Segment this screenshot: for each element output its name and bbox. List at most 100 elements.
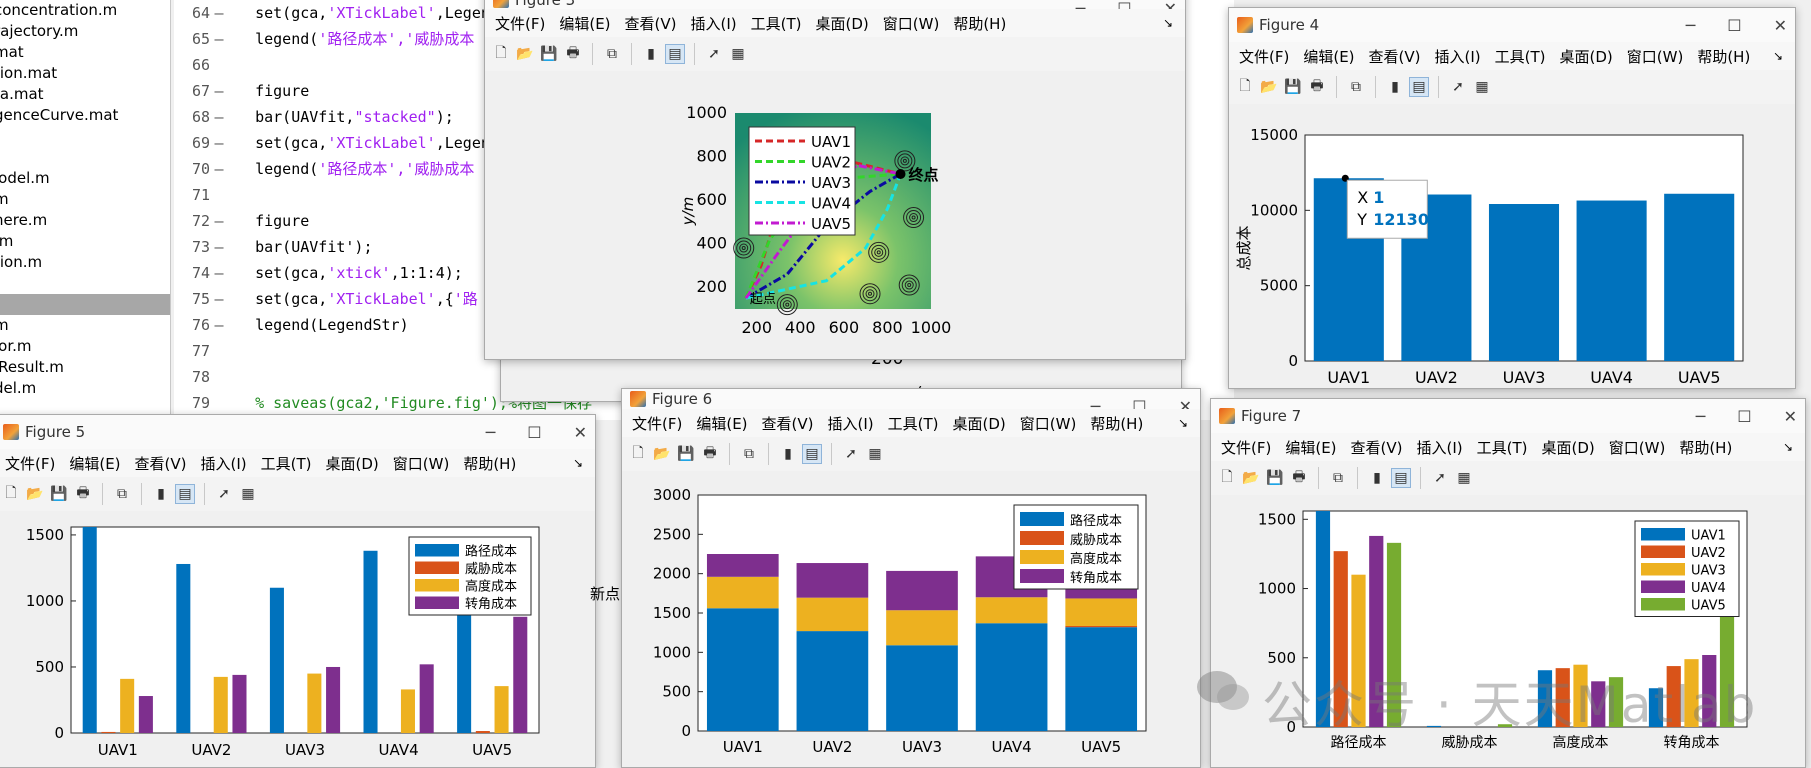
- file-item[interactable]: del.m: [0, 378, 170, 399]
- property-editor-icon[interactable]: ▦: [1454, 468, 1474, 488]
- figure-4-window[interactable]: Figure 4 ─ ☐ ✕ 文件(F) 编辑(E) 查看(V) 插入(I) 工具(T) 桌面…: [1228, 7, 1796, 389]
- menu-item[interactable]: 编辑(E): [1303, 46, 1354, 67]
- colorbar-icon[interactable]: ▮: [1367, 468, 1387, 488]
- file-item[interactable]: concentration.m: [0, 0, 170, 21]
- menu-item[interactable]: 编辑(E): [69, 453, 120, 474]
- minimize-button[interactable]: ─: [486, 423, 496, 442]
- breakpoint-marker[interactable]: —: [210, 26, 228, 52]
- file-item[interactable]: m: [0, 315, 170, 336]
- maximize-button[interactable]: ☐: [527, 423, 541, 442]
- print-icon[interactable]: 🖶: [73, 484, 93, 504]
- colorbar-icon[interactable]: ▮: [151, 484, 171, 504]
- menu-item[interactable]: 桌面(D): [816, 13, 869, 34]
- save-icon[interactable]: 💾: [539, 44, 559, 64]
- select-arrow-icon[interactable]: ➚: [1448, 77, 1468, 97]
- new-figure-icon[interactable]: 🗋: [1, 484, 21, 504]
- dock-arrow-icon[interactable]: ↘: [573, 456, 583, 470]
- menu-item[interactable]: 窗口(W): [1609, 437, 1666, 458]
- print-icon[interactable]: 🖶: [1289, 468, 1309, 488]
- link-plot-icon[interactable]: ⧉: [1328, 468, 1348, 488]
- menu-item[interactable]: 工具(T): [751, 13, 802, 34]
- close-button[interactable]: ✕: [1774, 16, 1787, 35]
- link-plot-icon[interactable]: ⧉: [739, 444, 759, 464]
- new-figure-icon[interactable]: 🗋: [628, 444, 648, 464]
- breakpoint-marker[interactable]: —: [210, 286, 228, 312]
- print-icon[interactable]: 🖶: [563, 44, 583, 64]
- maximize-button[interactable]: ☐: [1737, 407, 1751, 426]
- file-item[interactable]: mat: [0, 42, 170, 63]
- file-item[interactable]: [0, 273, 170, 294]
- breakpoint-marker[interactable]: —: [210, 156, 228, 182]
- select-arrow-icon[interactable]: ➚: [1430, 468, 1450, 488]
- print-icon[interactable]: 🖶: [700, 444, 720, 464]
- menu-item[interactable]: 查看(V): [762, 413, 814, 434]
- menu-item[interactable]: 查看(V): [1351, 437, 1403, 458]
- open-file-icon[interactable]: 📂: [652, 444, 672, 464]
- breakpoint-marker[interactable]: —: [210, 234, 228, 260]
- link-plot-icon[interactable]: ⧉: [602, 44, 622, 64]
- figure-6-window[interactable]: Figure 6 ─ ☐ ✕ 文件(F) 编辑(E) 查看(V) 插入(I) 工具(T) 桌面…: [621, 388, 1201, 768]
- breakpoint-marker[interactable]: [210, 364, 228, 390]
- menu-item[interactable]: 查看(V): [135, 453, 187, 474]
- menu-item[interactable]: 桌面(D): [1542, 437, 1595, 458]
- menu-item[interactable]: 桌面(D): [1560, 46, 1613, 67]
- menu-item[interactable]: 插入(I): [1435, 46, 1481, 67]
- colorbar-icon[interactable]: ▮: [641, 44, 661, 64]
- file-item[interactable]: [0, 147, 170, 168]
- titlebar[interactable]: Figure 5 ─ ☐ ✕: [0, 415, 595, 449]
- new-figure-icon[interactable]: 🗋: [1235, 77, 1255, 97]
- menu-item[interactable]: 编辑(E): [696, 413, 747, 434]
- menu-item[interactable]: 桌面(D): [953, 413, 1006, 434]
- menu-item[interactable]: 工具(T): [261, 453, 312, 474]
- menu-item[interactable]: 帮助(H): [1090, 413, 1143, 434]
- file-item[interactable]: genceCurve.mat: [0, 105, 170, 126]
- save-icon[interactable]: 💾: [49, 484, 69, 504]
- menu-item[interactable]: 文件(F): [1239, 46, 1289, 67]
- menu-item[interactable]: 工具(T): [1477, 437, 1528, 458]
- legend-icon[interactable]: ▤: [175, 484, 195, 504]
- breakpoint-marker[interactable]: [210, 390, 228, 416]
- breakpoint-marker[interactable]: —: [210, 260, 228, 286]
- dock-arrow-icon[interactable]: ↘: [1178, 416, 1188, 430]
- figure-5-window[interactable]: Figure 5 ─ ☐ ✕ 文件(F) 编辑(E) 查看(V) 插入(I) 工具(T) 桌面…: [0, 414, 596, 768]
- link-plot-icon[interactable]: ⧉: [1346, 77, 1366, 97]
- open-file-icon[interactable]: 📂: [1259, 77, 1279, 97]
- link-plot-icon[interactable]: ⧉: [112, 484, 132, 504]
- figure-3-window[interactable]: Figure 3 ─☐✕ 文件(F) 编辑(E) 查看(V) 插入(I) 工具(T) 桌面…: [484, 0, 1186, 360]
- open-file-icon[interactable]: 📂: [515, 44, 535, 64]
- new-figure-icon[interactable]: 🗋: [1217, 468, 1237, 488]
- file-item[interactable]: tion.mat: [0, 63, 170, 84]
- legend-icon[interactable]: ▤: [665, 44, 685, 64]
- breakpoint-marker[interactable]: [210, 52, 228, 78]
- file-item[interactable]: .m: [0, 231, 170, 252]
- menu-item[interactable]: 插入(I): [1417, 437, 1463, 458]
- menu-item[interactable]: 工具(T): [888, 413, 939, 434]
- breakpoint-marker[interactable]: —: [210, 78, 228, 104]
- colorbar-icon[interactable]: ▮: [1385, 77, 1405, 97]
- new-figure-icon[interactable]: 🗋: [491, 44, 511, 64]
- menu-item[interactable]: 编辑(E): [559, 13, 610, 34]
- menu-item[interactable]: 帮助(H): [1697, 46, 1750, 67]
- breakpoint-marker[interactable]: —: [210, 312, 228, 338]
- menu-item[interactable]: 桌面(D): [326, 453, 379, 474]
- breakpoint-marker[interactable]: —: [210, 104, 228, 130]
- close-button[interactable]: ✕: [574, 423, 587, 442]
- menu-item[interactable]: 窗口(W): [1020, 413, 1077, 434]
- file-item[interactable]: lodel.m: [0, 168, 170, 189]
- select-arrow-icon[interactable]: ➚: [704, 44, 724, 64]
- menu-item[interactable]: 帮助(H): [463, 453, 516, 474]
- file-item[interactable]: tion.m: [0, 252, 170, 273]
- file-item[interactable]: [0, 294, 170, 315]
- minimize-button[interactable]: ─: [1696, 407, 1706, 426]
- dock-arrow-icon[interactable]: ↘: [1783, 440, 1793, 454]
- file-item[interactable]: rajectory.m: [0, 21, 170, 42]
- legend-icon[interactable]: ▤: [1409, 77, 1429, 97]
- menu-item[interactable]: 帮助(H): [953, 13, 1006, 34]
- property-editor-icon[interactable]: ▦: [238, 484, 258, 504]
- menu-item[interactable]: 插入(I): [828, 413, 874, 434]
- menu-item[interactable]: 插入(I): [201, 453, 247, 474]
- menu-item[interactable]: 查看(V): [625, 13, 677, 34]
- select-arrow-icon[interactable]: ➚: [214, 484, 234, 504]
- property-editor-icon[interactable]: ▦: [865, 444, 885, 464]
- minimize-button[interactable]: ─: [1686, 16, 1696, 35]
